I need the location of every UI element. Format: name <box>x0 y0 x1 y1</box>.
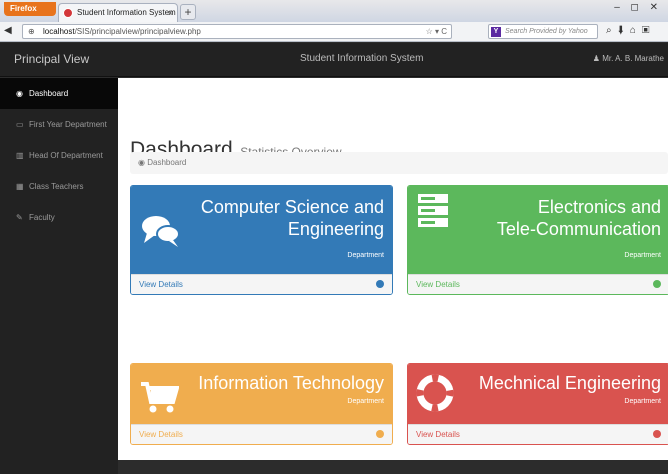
sidebar-item-head-of-department[interactable]: ▥ Head Of Department <box>0 140 118 171</box>
arrow-circle-right-icon <box>376 430 384 438</box>
back-arrow-icon[interactable]: ◀ <box>4 25 12 36</box>
arrow-circle-right-icon <box>376 280 384 288</box>
browser-nav-bar: ◀ ⊕ localhost/SIS/principalview/principa… <box>0 22 668 42</box>
footer-strip <box>118 460 668 474</box>
site-favicon-icon <box>63 8 73 18</box>
arrow-circle-right-icon <box>653 430 661 438</box>
search-placeholder: Search Provided by Yahoo <box>505 28 588 35</box>
main-content: Dashboard Statistics Overview ◉ Dashboar… <box>118 78 668 460</box>
panel-information-technology: Information Technology Department View D… <box>130 363 393 445</box>
new-tab-button[interactable]: + <box>180 4 196 20</box>
sidebar-item-label: Dashboard <box>29 89 69 98</box>
breadcrumb-item[interactable]: Dashboard <box>147 158 186 167</box>
search-icon[interactable]: ⌕ <box>606 25 618 36</box>
department-name: Information Technology <box>198 372 384 394</box>
edit-icon: ✎ <box>16 213 23 222</box>
panel-electronics: Electronics and Tele-Communication Depar… <box>407 185 668 295</box>
arrow-circle-right-icon <box>653 280 661 288</box>
tab-title: Student Information System <box>77 8 176 17</box>
sidebar-item-dashboard[interactable]: ◉ Dashboard <box>0 78 118 109</box>
view-details-link[interactable]: View Details <box>408 274 668 294</box>
department-name-line2: Tele-Communication <box>496 219 661 239</box>
system-title: Student Information System <box>300 53 424 64</box>
dashboard-icon: ◉ <box>16 89 23 98</box>
panel-heading: Electronics and Tele-Communication Depar… <box>408 186 668 274</box>
download-icon[interactable]: ⬇ <box>618 25 630 36</box>
panel-heading: Information Technology Department <box>131 364 392 424</box>
department-label: Department <box>624 398 661 405</box>
toolbar-icons[interactable]: ⌕⬇⌂▣ <box>606 25 655 36</box>
view-details-label: View Details <box>416 430 460 439</box>
site-identity-icon: ⊕ <box>28 27 35 36</box>
server-icon <box>418 194 448 227</box>
department-name-line1: Information Technology <box>198 373 384 393</box>
department-name: Computer Science and Engineering <box>201 196 384 240</box>
home-icon[interactable]: ⌂ <box>630 25 642 36</box>
department-name-line2: Engineering <box>287 219 384 239</box>
panel-mechanical-engineering: Mechnical Engineering Department View De… <box>407 363 668 445</box>
sidebar-item-label: Faculty <box>29 213 55 222</box>
brand-title[interactable]: Principal View <box>14 52 89 66</box>
table-icon: ▦ <box>16 182 24 191</box>
search-bar[interactable]: Y Search Provided by Yahoo <box>488 24 598 39</box>
breadcrumb: ◉ Dashboard <box>130 152 668 174</box>
life-ring-icon <box>416 374 454 412</box>
department-name-line1: Electronics and <box>537 197 661 217</box>
monitor-icon: ▭ <box>16 120 24 129</box>
app-top-bar: Principal View Student Information Syste… <box>0 43 668 77</box>
department-label: Department <box>624 252 661 259</box>
sidebar-item-class-teachers[interactable]: ▦ Class Teachers <box>0 171 118 202</box>
sidebar-item-label: Head Of Department <box>29 151 103 160</box>
panel-heading: Computer Science and Engineering Departm… <box>131 186 392 274</box>
department-name: Mechnical Engineering <box>479 372 661 394</box>
url-path: /SIS/principalview/principalview.php <box>74 27 201 36</box>
dashboard-icon: ◉ <box>138 158 145 167</box>
department-name: Electronics and Tele-Communication <box>497 196 661 240</box>
panel-heading: Mechnical Engineering Department <box>408 364 668 424</box>
view-details-label: View Details <box>139 280 183 289</box>
view-details-link[interactable]: View Details <box>131 424 392 444</box>
url-host: localhost <box>43 27 75 36</box>
yahoo-icon: Y <box>491 27 501 37</box>
sidebar-item-first-year-department[interactable]: ▭ First Year Department <box>0 109 118 140</box>
window-controls[interactable]: – ◻ ✕ <box>614 2 662 13</box>
firefox-menu-button[interactable]: Firefox <box>4 2 56 16</box>
sidebar-item-label: First Year Department <box>29 120 107 129</box>
view-details-link[interactable]: View Details <box>408 424 668 444</box>
view-details-label: View Details <box>139 430 183 439</box>
user-name: Mr. A. B. Marathe <box>602 54 664 63</box>
user-menu[interactable]: ♟ Mr. A. B. Marathe <box>593 54 664 63</box>
browser-tab[interactable]: Student Information System × <box>58 3 178 22</box>
sidebar: ◉ Dashboard ▭ First Year Department ▥ Head … <box>0 78 118 474</box>
department-label: Department <box>347 252 384 259</box>
department-label: Department <box>347 398 384 405</box>
department-name-line1: Computer Science and <box>200 197 384 217</box>
department-name-line1: Mechnical Engineering <box>478 373 661 393</box>
menu-icon[interactable]: ▣ <box>642 25 656 36</box>
reload-icon[interactable]: ☆ ▾ C <box>426 25 447 38</box>
view-details-label: View Details <box>416 280 460 289</box>
url-bar[interactable]: ⊕ localhost/SIS/principalview/principalv… <box>22 24 452 39</box>
panel-computer-science: Computer Science and Engineering Departm… <box>130 185 393 295</box>
sidebar-item-faculty[interactable]: ✎ Faculty <box>0 202 118 233</box>
bar-chart-icon: ▥ <box>16 151 24 160</box>
comments-icon <box>142 216 180 247</box>
sidebar-item-label: Class Teachers <box>29 182 84 191</box>
view-details-link[interactable]: View Details <box>131 274 392 294</box>
tab-close-icon[interactable]: × <box>168 4 173 22</box>
shopping-cart-icon <box>141 382 179 413</box>
browser-tab-bar: Firefox Student Information System × + –… <box>0 0 668 22</box>
user-icon: ♟ <box>592 54 600 63</box>
